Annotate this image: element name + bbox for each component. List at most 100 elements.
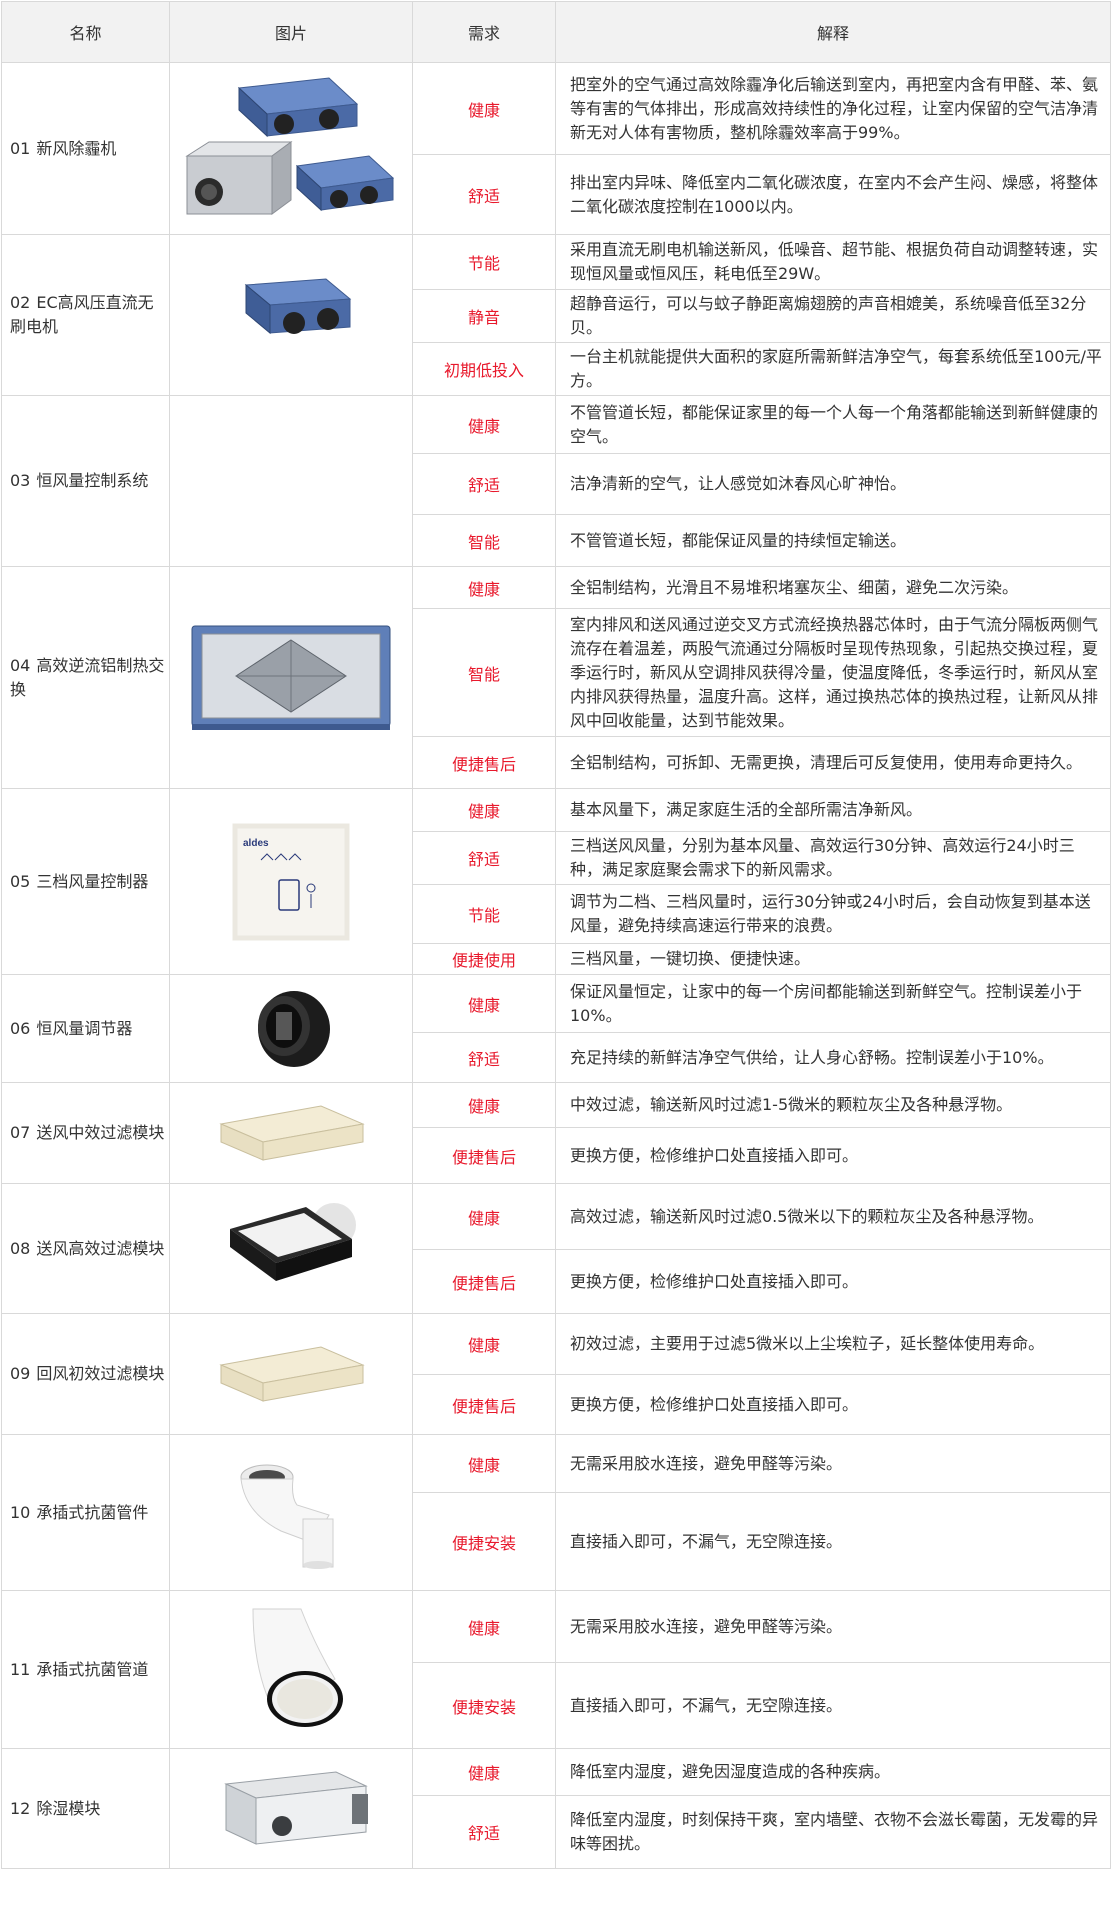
product-name: 恒风量调节器 bbox=[36, 1018, 133, 1038]
ec-motor-unit-icon bbox=[170, 275, 412, 355]
explanation-cell: 排出室内异味、降低室内二氧化碳浓度，在室内不会产生闷、燥感，将整体二氧化碳浓度控… bbox=[555, 154, 1111, 235]
fresh-air-purifier-icon bbox=[170, 74, 412, 224]
explanation-cell: 直接插入即可，不漏气，无空隙连接。 bbox=[555, 1662, 1111, 1749]
requirement-cell: 健康 bbox=[412, 1313, 556, 1375]
explanation-cell: 高效过滤，输送新风时过滤0.5微米以下的颗粒灰尘及各种悬浮物。 bbox=[555, 1183, 1111, 1250]
primary-filter-icon bbox=[170, 1339, 412, 1409]
explanation-cell: 采用直流无刷电机输送新风，低噪音、超节能、根据负荷自动调整转速，实现恒风量或恒风… bbox=[555, 234, 1111, 290]
requirement-cell: 舒适 bbox=[412, 453, 556, 515]
table-row: 09 回风初效过滤模块 健康 初效过滤，主要用于过滤5微米以上尘埃粒子，延长整体使用… bbox=[1, 1313, 1111, 1435]
pipe-section-icon bbox=[170, 1605, 412, 1735]
table-header-row: 名称 图片 需求 解释 bbox=[1, 1, 1111, 63]
table-row: 02 EC高风压直流无刷电机 节能 采用直流无刷电机输送新风，低噪音、超节能、根据负… bbox=[1, 234, 1111, 396]
product-name: 除湿模块 bbox=[36, 1798, 101, 1818]
product-name-cell: 01 新风除霾机 bbox=[1, 62, 170, 235]
explanation-cell: 充足持续的新鲜洁净空气供给，让人身心舒畅。控制误差小于10%。 bbox=[555, 1032, 1111, 1083]
explanation-cell: 更换方便，检修维护口处直接插入即可。 bbox=[555, 1249, 1111, 1314]
explanation-cell: 三档风量，一键切换、便捷快速。 bbox=[555, 943, 1111, 975]
product-name-cell: 06 恒风量调节器 bbox=[1, 974, 170, 1083]
product-image-cell bbox=[169, 1183, 413, 1314]
product-name: 回风初效过滤模块 bbox=[36, 1364, 165, 1383]
explanation-cell: 基本风量下，满足家庭生活的全部所需洁净新风。 bbox=[555, 788, 1111, 832]
product-name-cell: 08 送风高效过滤模块 bbox=[1, 1183, 170, 1314]
product-image-cell bbox=[169, 62, 413, 235]
product-image-cell: aldes bbox=[169, 788, 413, 975]
explanation-cell: 保证风量恒定，让家中的每一个房间都能输送到新鲜空气。控制误差小于10%。 bbox=[555, 974, 1111, 1033]
product-name: 送风中效过滤模块 bbox=[36, 1123, 165, 1142]
explanation-cell: 超静音运行，可以与蚊子静距离煽翅膀的声音相媲美，系统噪音低至32分贝。 bbox=[555, 289, 1111, 343]
product-image-cell bbox=[169, 1313, 413, 1435]
requirement-cell: 健康 bbox=[412, 395, 556, 454]
product-name-cell: 05 三档风量控制器 bbox=[1, 788, 170, 975]
product-index: 09 bbox=[10, 1364, 31, 1383]
product-index: 01 bbox=[10, 138, 31, 158]
product-image-cell bbox=[169, 1082, 413, 1184]
product-name: 恒风量控制系统 bbox=[36, 471, 149, 490]
requirement-cell: 舒适 bbox=[412, 154, 556, 235]
product-index: 08 bbox=[10, 1238, 31, 1258]
flow-regulator-icon bbox=[170, 984, 412, 1074]
product-index: 06 bbox=[10, 1018, 31, 1038]
product-name-cell: 07 送风中效过滤模块 bbox=[1, 1082, 170, 1184]
explanation-cell: 把室外的空气通过高效除霾净化后输送到室内，再把室内含有甲醛、苯、氨等有害的气体排… bbox=[555, 62, 1111, 155]
explanation-cell: 无需采用胶水连接，避免甲醛等污染。 bbox=[555, 1590, 1111, 1663]
product-image-cell bbox=[169, 234, 413, 396]
product-name-cell: 04 高效逆流铝制热交换 bbox=[1, 566, 170, 789]
product-image-cell bbox=[169, 974, 413, 1083]
product-name: 高效逆流铝制热交换 bbox=[10, 655, 165, 699]
requirement-cell: 便捷售后 bbox=[412, 1374, 556, 1435]
product-name-cell: 11 承插式抗菌管道 bbox=[1, 1590, 170, 1749]
explanation-cell: 不管管道长短，都能保证家里的每一个人每一个角落都能输送到新鲜健康的空气。 bbox=[555, 395, 1111, 454]
requirement-cell: 便捷使用 bbox=[412, 943, 556, 975]
product-index: 05 bbox=[10, 871, 31, 891]
table-row: 07 送风中效过滤模块 健康 中效过滤，输送新风时过滤1-5微米的颗粒灰尘及各种悬浮… bbox=[1, 1082, 1111, 1184]
requirement-cell: 健康 bbox=[412, 1183, 556, 1250]
requirement-cell: 舒适 bbox=[412, 831, 556, 885]
medium-filter-icon bbox=[170, 1098, 412, 1168]
requirement-cell: 舒适 bbox=[412, 1795, 556, 1869]
product-index: 07 bbox=[10, 1123, 31, 1142]
explanation-cell: 全铝制结构，可拆卸、无需更换，清理后可反复使用，使用寿命更持久。 bbox=[555, 736, 1111, 789]
requirement-cell: 便捷售后 bbox=[412, 1127, 556, 1184]
table-row: 05 三档风量控制器 aldes 健康 基本风量下，满足家庭生活的全部所需洁净新风。 bbox=[1, 788, 1111, 975]
hepa-filter-icon bbox=[170, 1199, 412, 1299]
header-explanation: 解释 bbox=[555, 1, 1111, 63]
product-name: 承插式抗菌管道 bbox=[36, 1659, 149, 1679]
requirement-cell: 智能 bbox=[412, 514, 556, 567]
requirement-cell: 静音 bbox=[412, 289, 556, 343]
explanation-cell: 一台主机就能提供大面积的家庭所需新鲜洁净空气，每套系统低至100元/平方。 bbox=[555, 342, 1111, 396]
product-name: 承插式抗菌管件 bbox=[36, 1502, 149, 1522]
explanation-cell: 降低室内湿度，避免因湿度造成的各种疾病。 bbox=[555, 1748, 1111, 1796]
product-name: 送风高效过滤模块 bbox=[36, 1238, 165, 1258]
explanation-cell: 洁净清新的空气，让人感觉如沐春风心旷神怡。 bbox=[555, 453, 1111, 515]
product-index: 02 bbox=[10, 293, 31, 312]
requirement-cell: 便捷售后 bbox=[412, 736, 556, 789]
table-body: 01 新风除霾机 健康 把室外的空气通过高效除霾净化后输送到室内，再把室内含有甲醛、… bbox=[1, 62, 1111, 1869]
explanation-cell: 全铝制结构，光滑且不易堆积堵塞灰尘、细菌，避免二次污染。 bbox=[555, 566, 1111, 609]
header-name: 名称 bbox=[1, 1, 170, 63]
product-features-table: 名称 图片 需求 解释 01 新风除霾机 健康 把室外的空气通过高效除霾净化后输送到… bbox=[1, 1, 1111, 1869]
brand-logo: aldes bbox=[243, 838, 269, 849]
explanation-cell: 室内排风和送风通过逆交叉方式流经换热器芯体时，由于气流分隔板两侧气流存在着温差，… bbox=[555, 608, 1111, 737]
product-index: 12 bbox=[10, 1798, 31, 1818]
product-name-cell: 12 除湿模块 bbox=[1, 1748, 170, 1869]
requirement-cell: 节能 bbox=[412, 884, 556, 944]
product-image-cell bbox=[169, 1590, 413, 1749]
requirement-cell: 便捷安装 bbox=[412, 1662, 556, 1749]
explanation-cell: 三档送风风量，分别为基本风量、高效运行30分钟、高效运行24小时三种，满足家庭聚… bbox=[555, 831, 1111, 885]
table-row: 12 除湿模块 健康 降低室内湿度，避免因湿度造成的各种疾病。 bbox=[1, 1748, 1111, 1869]
requirement-cell: 节能 bbox=[412, 234, 556, 290]
product-index: 10 bbox=[10, 1502, 31, 1522]
explanation-cell: 无需采用胶水连接，避免甲醛等污染。 bbox=[555, 1434, 1111, 1493]
table-row: 06 恒风量调节器 健康 保证风量恒定，让家中的每一个房间都能输送到新鲜空气。控制误… bbox=[1, 974, 1111, 1083]
product-name-cell: 02 EC高风压直流无刷电机 bbox=[1, 234, 170, 396]
requirement-cell: 智能 bbox=[412, 608, 556, 737]
header-requirement: 需求 bbox=[412, 1, 556, 63]
requirement-cell: 健康 bbox=[412, 788, 556, 832]
table-row: 11 承插式抗菌管道 健康 无需采用胶水连接，避免甲醛等污染。 bbox=[1, 1590, 1111, 1749]
table-row: 03 恒风量控制系统 健康 不管管道长短，都能保证家里的每一个人每一个角落都能输送到新… bbox=[1, 395, 1111, 567]
product-image-cell bbox=[169, 1434, 413, 1591]
explanation-cell: 降低室内湿度，时刻保持干爽，室内墙壁、衣物不会滋长霉菌，无发霉的异味等困扰。 bbox=[555, 1795, 1111, 1869]
table-row: 04 高效逆流铝制热交换 健康 全铝制结构，光滑且不易堆积堵塞灰尘、细菌，避免二次污… bbox=[1, 566, 1111, 789]
product-name-cell: 09 回风初效过滤模块 bbox=[1, 1313, 170, 1435]
